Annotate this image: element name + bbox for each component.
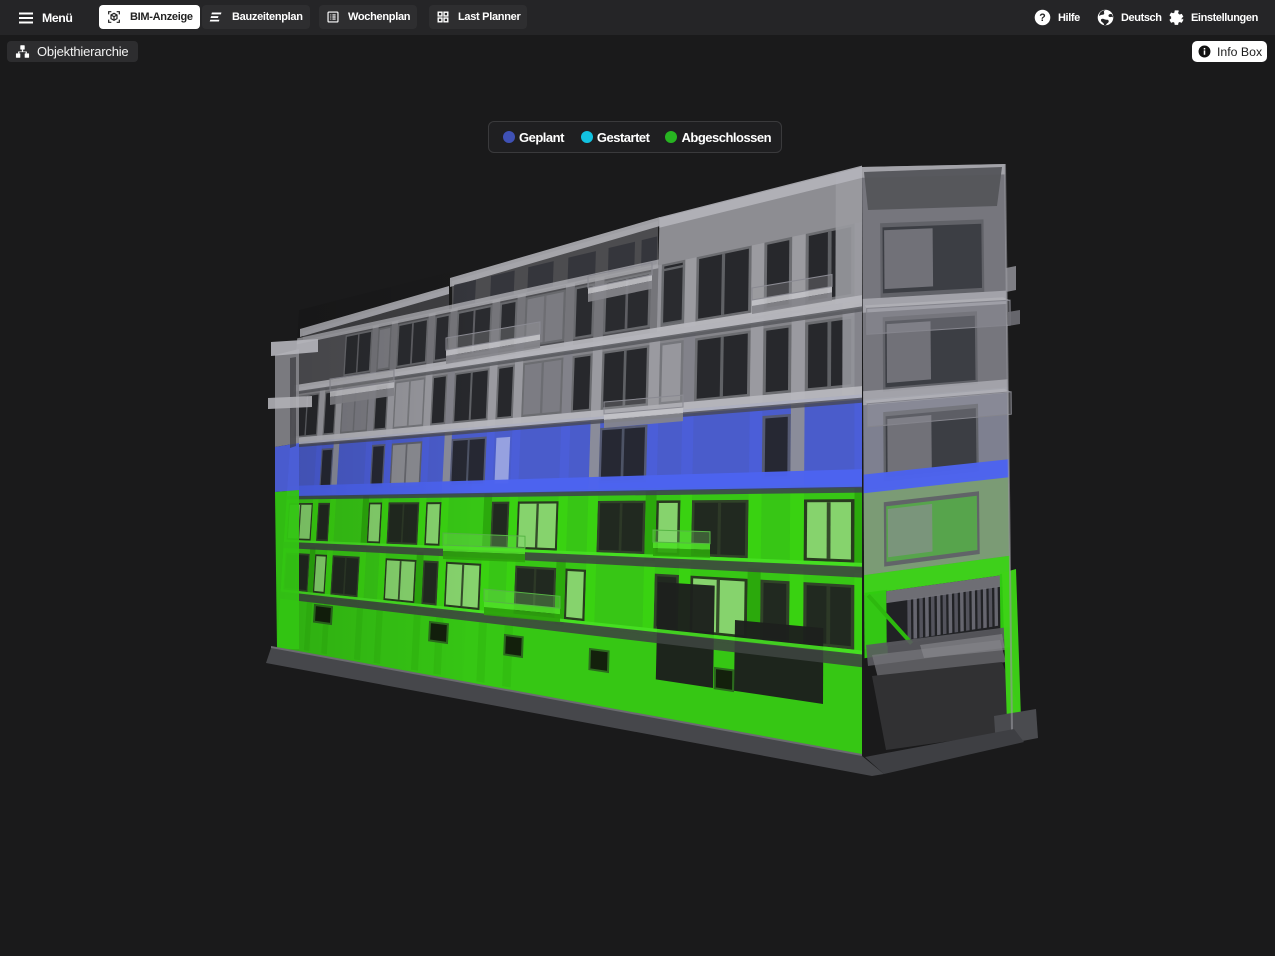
svg-text:?: ? bbox=[1039, 12, 1045, 24]
